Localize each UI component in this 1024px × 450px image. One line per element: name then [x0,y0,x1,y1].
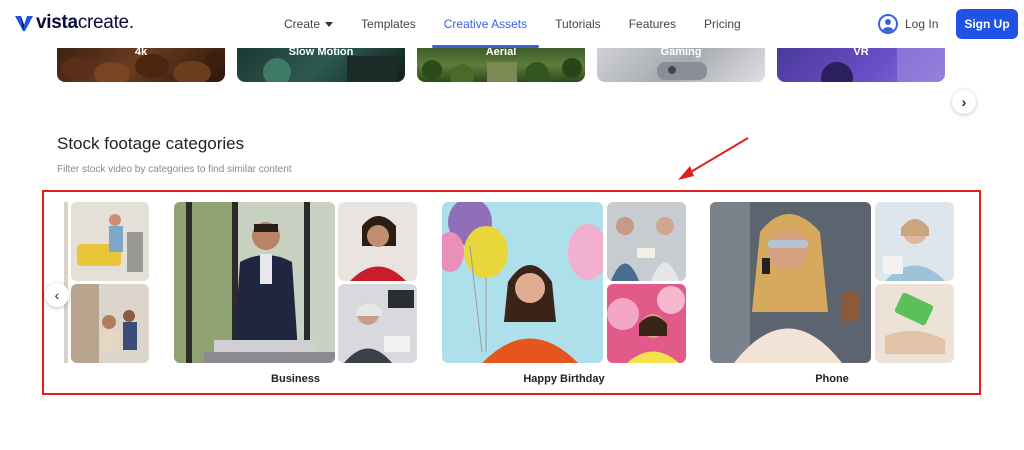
featured-categories-carousel: 4k Slow Motion Aerial Gaming VR › [0,48,1024,114]
chevron-left-icon: ‹ [54,287,60,303]
category-card-4k[interactable]: 4k [57,48,225,82]
family-couch-image [71,202,149,281]
section-subtitle: Filter stock video by categories to find… [57,164,292,175]
category-image-main [442,202,603,363]
category-card-label: VR [853,48,869,58]
user-icon [878,14,898,34]
category-card-slow-motion[interactable]: Slow Motion [237,48,405,82]
nav-create[interactable]: Create [284,17,334,31]
login-label: Log In [905,17,939,31]
family-play-image [71,284,149,363]
category-label: Happy Birthday [523,373,605,385]
nav-creative-assets[interactable]: Creative Assets [431,17,540,48]
category-image-main [710,202,871,363]
category-card-label: Gaming [660,48,702,58]
category-card-vr[interactable]: VR [777,48,945,82]
category-label: Business [271,373,320,385]
category-card-label: Aerial [485,48,517,58]
carousel-prev-button[interactable]: ‹ [45,283,69,307]
girl-pink-balloons-image [607,284,686,363]
category-image [607,284,686,363]
businessman-laptop-image [174,202,335,363]
annotation-arrow [678,137,749,180]
woman-talking-phone-image [710,202,871,363]
woman-balloons-image [442,202,603,363]
nav-pricing[interactable]: Pricing [704,17,741,31]
carousel-next-button[interactable]: › [952,90,976,114]
category-image-main [174,202,335,363]
main-nav: Create Templates Creative Assets Tutoria… [284,17,769,48]
category-image [607,202,686,281]
office-worker-image [338,284,417,363]
category-image [71,284,149,363]
category-image [71,202,149,281]
top-nav-bar: vistacreate. Create Templates Creative A… [0,0,1024,48]
signup-button[interactable]: Sign Up [956,9,1018,39]
chevron-right-icon: › [961,94,967,110]
woman-phone-red-image [338,202,417,281]
nav-templates[interactable]: Templates [361,17,416,31]
category-image [338,284,417,363]
category-card-label: 4k [134,48,148,58]
vistacreate-logo[interactable]: vistacreate. [14,12,134,34]
hand-phone-image [875,284,954,363]
nav-tutorials[interactable]: Tutorials [555,17,601,31]
category-label: Phone [815,373,849,385]
woman-headset-image [875,202,954,281]
category-image [875,202,954,281]
category-image [64,202,68,363]
chevron-down-icon [325,22,334,28]
category-image [875,284,954,363]
category-card-label: Slow Motion [288,48,354,58]
category-card-aerial[interactable]: Aerial [417,48,585,82]
section-title: Stock footage categories [57,134,245,153]
elderly-couple-cake-image [607,202,686,281]
category-image [338,202,417,281]
nav-features[interactable]: Features [629,17,676,31]
logo-text: vistacreate. [36,12,134,33]
vistacreate-logo-icon [15,16,33,31]
category-card-gaming[interactable]: Gaming [597,48,765,82]
login-link[interactable]: Log In [878,14,938,34]
